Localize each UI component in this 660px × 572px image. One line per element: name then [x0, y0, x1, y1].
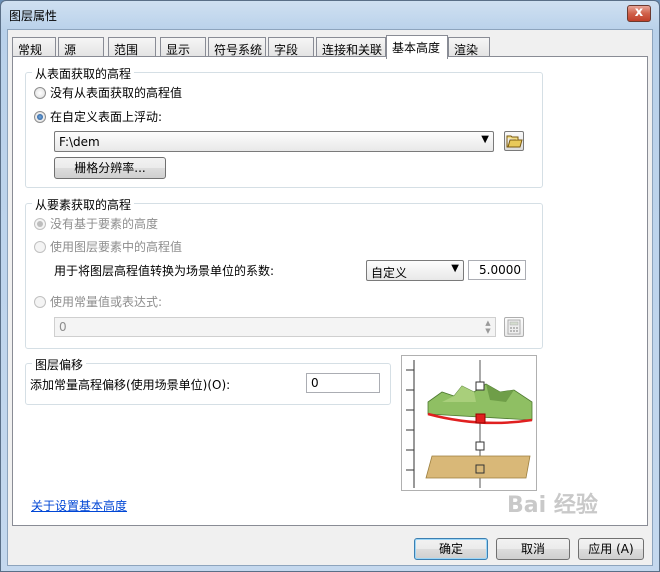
tab-source[interactable]: 源 — [58, 37, 104, 57]
title-bar[interactable]: 图层属性 x — [1, 1, 659, 29]
feature-group-title: 从要素获取的高程 — [32, 196, 135, 213]
surface-select-value: F:\dem — [59, 135, 100, 149]
spinner-arrows[interactable]: ▲ ▼ — [482, 319, 494, 335]
unit-select-value: 自定义 — [371, 266, 408, 280]
layer-properties-dialog: 图层属性 x 常规 源 范围 显示 符号系统 字段 连接和关联 基本高度 渲染 … — [0, 0, 660, 572]
radio-use-layer-z[interactable] — [34, 240, 46, 253]
chevron-down-icon: ▼ — [451, 263, 459, 274]
feature-elevation-group: 从要素获取的高程 没有基于要素的高度 使用图层要素中的高程值 用于将图层高程值转… — [25, 196, 543, 349]
radio-no-surface[interactable] — [34, 86, 46, 99]
surface-group-title: 从表面获取的高程 — [32, 65, 135, 82]
tab-general[interactable]: 常规 — [12, 37, 56, 57]
ok-button[interactable]: 确定 — [414, 538, 488, 560]
custom-surface-label: 在自定义表面上浮动: — [50, 110, 163, 124]
help-link[interactable]: 关于设置基本高度 — [31, 497, 127, 514]
no-surface-option[interactable]: 没有从表面获取的高程值 — [34, 84, 182, 101]
offset-input[interactable]: 0 — [306, 373, 380, 393]
tab-extent[interactable]: 范围 — [108, 37, 156, 57]
spin-up-icon[interactable]: ▲ — [482, 319, 494, 327]
terrain-diagram-icon — [406, 360, 533, 488]
use-layer-z-option[interactable]: 使用图层要素中的高程值 — [34, 238, 182, 255]
layer-offset-group: 图层偏移 添加常量高程偏移(使用场景单位)(O): 0 — [25, 356, 391, 405]
conversion-factor-input[interactable]: 5.0000 — [468, 260, 526, 280]
close-button[interactable]: x — [627, 5, 651, 22]
dialog-footer: 确定 取消 应用 (A) — [8, 530, 654, 567]
cancel-button[interactable]: 取消 — [496, 538, 570, 560]
no-surface-label: 没有从表面获取的高程值 — [50, 86, 183, 100]
use-expression-label: 使用常量值或表达式: — [50, 295, 163, 309]
chevron-down-icon: ▼ — [481, 134, 489, 145]
radio-no-feature-height[interactable] — [34, 217, 46, 230]
tab-display[interactable]: 显示 — [160, 37, 206, 57]
window-title: 图层属性 — [9, 9, 58, 23]
use-expression-option[interactable]: 使用常量值或表达式: — [34, 293, 162, 310]
unit-select[interactable]: 自定义 ▼ — [366, 260, 464, 281]
calculator-icon — [507, 319, 521, 335]
tab-rendering[interactable]: 渲染 — [448, 37, 490, 57]
spin-down-icon[interactable]: ▼ — [482, 327, 494, 335]
browse-folder-button[interactable] — [504, 131, 524, 151]
custom-surface-option[interactable]: 在自定义表面上浮动: — [34, 108, 162, 125]
tab-symbology[interactable]: 符号系统 — [208, 37, 266, 57]
use-layer-z-label: 使用图层要素中的高程值 — [50, 240, 183, 254]
conversion-factor-label: 用于将图层高程值转换为场景单位的系数: — [54, 264, 275, 278]
offset-group-title: 图层偏移 — [32, 356, 87, 373]
base-heights-panel: 从表面获取的高程 没有从表面获取的高程值 在自定义表面上浮动: F:\dem ▼ — [12, 56, 648, 526]
tab-base-heights[interactable]: 基本高度 — [386, 35, 448, 59]
no-feature-height-label: 没有基于要素的高度 — [50, 217, 159, 231]
no-feature-height-option[interactable]: 没有基于要素的高度 — [34, 215, 158, 232]
surface-select[interactable]: F:\dem ▼ — [54, 131, 494, 152]
tab-joins[interactable]: 连接和关联 — [316, 37, 386, 57]
tab-fields[interactable]: 字段 — [268, 37, 314, 57]
radio-custom-surface[interactable] — [34, 110, 46, 123]
dialog-client: 常规 源 范围 显示 符号系统 字段 连接和关联 基本高度 渲染 从表面获取的高… — [7, 29, 653, 566]
base-height-preview — [401, 355, 537, 491]
surface-elevation-group: 从表面获取的高程 没有从表面获取的高程值 在自定义表面上浮动: F:\dem ▼ — [25, 65, 543, 188]
offset-label: 添加常量高程偏移(使用场景单位)(O): — [30, 378, 231, 392]
baidu-watermark: Bai 经验 — [507, 493, 598, 518]
open-folder-icon — [506, 135, 523, 148]
apply-button[interactable]: 应用 (A) — [578, 538, 644, 560]
radio-use-expression[interactable] — [34, 295, 46, 308]
raster-resolution-button[interactable]: 栅格分辨率... — [54, 157, 166, 179]
expression-builder-button[interactable] — [504, 317, 524, 337]
expression-input[interactable]: 0 — [54, 317, 496, 337]
